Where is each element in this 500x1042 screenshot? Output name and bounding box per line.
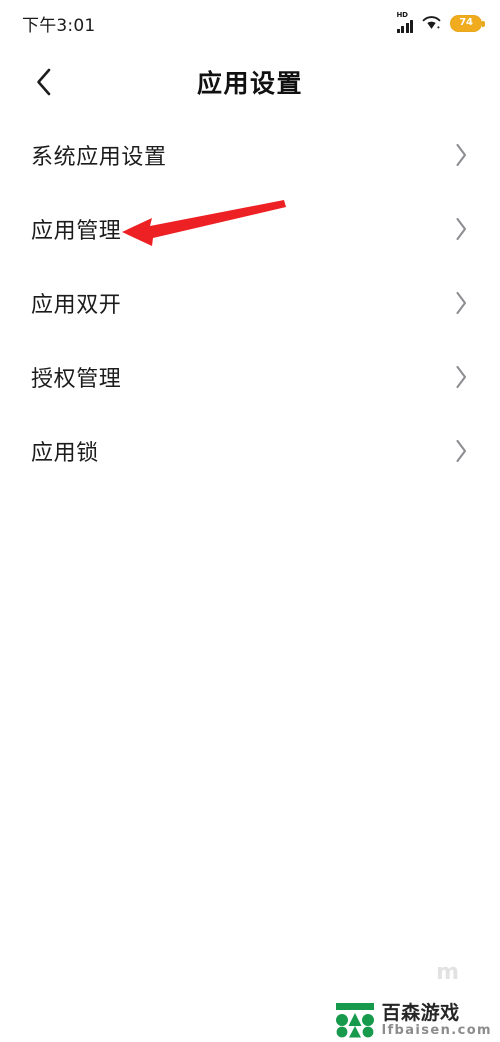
chevron-right-icon <box>456 217 467 241</box>
title-bar: 应用设置 <box>0 46 500 118</box>
hd-label: HD <box>396 11 408 19</box>
wifi-icon <box>422 16 441 29</box>
status-icons: HD 74 <box>396 11 485 33</box>
list-item-label: 系统应用设置 <box>31 145 167 170</box>
site-watermark: 百森游戏 lfbaisen.com <box>334 1002 492 1038</box>
chevron-right-icon <box>456 439 467 463</box>
phone-screen: 下午3:01 HD 74 应用设置 系统应用设置 应用管理 应用双开 授权管理 … <box>0 0 500 1042</box>
status-bar: 下午3:01 HD 74 <box>0 0 500 46</box>
list-item-system-app-settings[interactable]: 系统应用设置 <box>0 118 500 192</box>
battery-level: 74 <box>459 17 473 28</box>
status-time: 下午3:01 <box>22 15 96 36</box>
chevron-right-icon <box>456 365 467 389</box>
list-item-label: 应用锁 <box>31 441 99 466</box>
watermark-text: 百森游戏 lfbaisen.com <box>382 1003 492 1038</box>
signal-bars <box>396 20 413 33</box>
signal-bars-icon: HD <box>396 11 413 33</box>
list-item-app-management[interactable]: 应用管理 <box>0 192 500 266</box>
faint-watermark: m <box>436 960 459 985</box>
list-item-label: 应用管理 <box>31 219 122 244</box>
watermark-brand: 百森游戏 <box>381 1001 460 1024</box>
list-item-label: 授权管理 <box>31 367 122 392</box>
page-title: 应用设置 <box>196 69 303 98</box>
list-item-app-dual-open[interactable]: 应用双开 <box>0 266 500 340</box>
list-item-label: 应用双开 <box>31 293 122 318</box>
chevron-right-icon <box>456 291 467 315</box>
battery-indicator: 74 <box>450 14 485 32</box>
chevron-right-icon <box>456 143 467 167</box>
settings-list: 系统应用设置 应用管理 应用双开 授权管理 应用锁 <box>0 118 500 488</box>
baisen-logo-icon <box>335 1003 374 1038</box>
list-item-app-lock[interactable]: 应用锁 <box>0 414 500 488</box>
list-item-permission-management[interactable]: 授权管理 <box>0 340 500 414</box>
watermark-url: lfbaisen.com <box>381 1022 492 1038</box>
